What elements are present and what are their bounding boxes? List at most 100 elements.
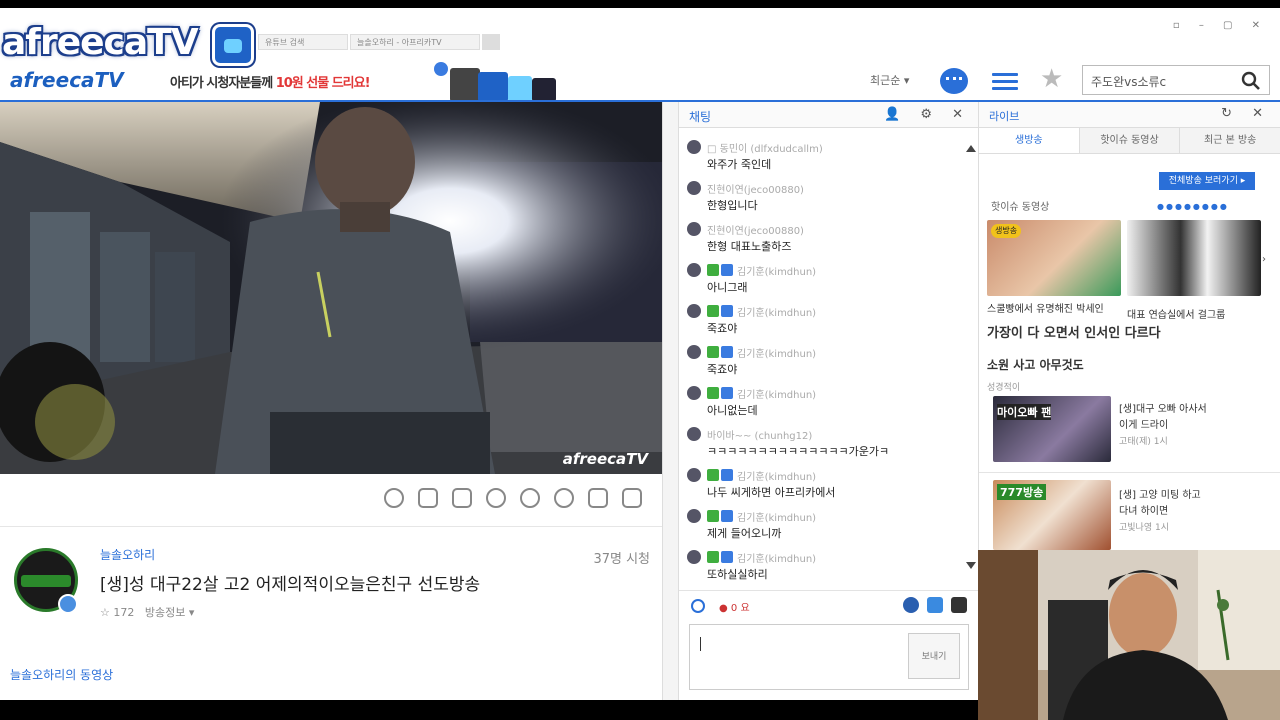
share-icon[interactable] (622, 488, 642, 508)
edit-icon[interactable] (418, 488, 438, 508)
chat-nickname[interactable]: 김기훈(kimdhun) (737, 304, 816, 319)
chat-message: 김기훈(kimdhun) 나두 씨게하면 아프리카에서 (687, 464, 957, 505)
clock-icon[interactable] (520, 488, 540, 508)
chat-nickname[interactable]: 김기훈(kimdhun) (737, 509, 816, 524)
action-toolbar (384, 488, 642, 508)
hamburger-menu-icon[interactable] (992, 70, 1018, 92)
user-avatar-icon[interactable] (687, 222, 701, 236)
chat-nickname[interactable]: 김기훈(kimdhun) (737, 345, 816, 360)
chat-text: 죽죠야 (707, 322, 738, 335)
star-outline-icon[interactable] (554, 488, 574, 508)
chat-nickname[interactable]: 김기훈(kimdhun) (737, 263, 816, 278)
chat-text: 또하실실하리 (707, 568, 768, 581)
subscriber-badge-icon (721, 387, 733, 399)
vod-link[interactable]: 늘솔오하리의 동영상 (10, 666, 113, 683)
thumbs-up-icon[interactable] (588, 488, 608, 508)
chat-nickname[interactable]: 바이바~~ (chunhg12) (707, 427, 812, 442)
afreeca-logo[interactable]: afreecaTV (10, 68, 124, 92)
text-cursor (700, 637, 701, 651)
caption-8: 고태(제) 1시 (1119, 437, 1168, 447)
subscriber-badge-icon (721, 264, 733, 276)
fan-badge-icon (707, 264, 719, 276)
gift-icon[interactable] (486, 488, 506, 508)
promo-banner-text[interactable]: 아티가 시청자분들께 10원 선물 드리요! (170, 72, 371, 91)
thumbnail-3[interactable]: 마이오빠 팬 (993, 396, 1111, 462)
translate-icon[interactable] (903, 597, 919, 613)
chat-panel: 채팅 👤 ⚙ ✕ □ 동민이 (dlfxdudcallm) 와주가 죽인데 진현이연… (678, 102, 979, 700)
caption-2[interactable]: 가장이 다 오면서 인서인 다르다 (987, 322, 1161, 341)
browser-tab-afreeca[interactable]: 늘솔오하리 - 아프리카TV (350, 34, 480, 50)
carousel-dots[interactable]: ●●●●●●●● (1157, 202, 1229, 211)
caption-9[interactable]: [생] 고양 미팅 하고 (1119, 486, 1201, 501)
video-player[interactable]: afreecaTV (0, 102, 662, 474)
user-avatar-icon[interactable] (687, 509, 701, 523)
browser-tab-search[interactable]: 유튜브 검색 (258, 34, 348, 50)
caption-6[interactable]: [생]대구 오빠 아사서 (1119, 400, 1207, 415)
chat-nickname[interactable]: 김기훈(kimdhun) (737, 386, 816, 401)
streamer-webcam (978, 550, 1280, 720)
user-avatar-icon[interactable] (687, 427, 701, 441)
user-avatar-icon[interactable] (687, 550, 701, 564)
favorite-star-icon[interactable]: ★ (1040, 64, 1063, 94)
search-icon[interactable] (1241, 71, 1261, 91)
chat-nickname[interactable]: 진현이연(jeco00880) (707, 222, 804, 237)
chat-header: 채팅 👤 ⚙ ✕ (679, 102, 979, 128)
favorite-row[interactable]: ☆ 172 방송정보 ▾ (100, 604, 194, 620)
chat-header-icons[interactable]: 👤 ⚙ ✕ (884, 107, 971, 122)
tab-recent[interactable]: 최근 본 방송 (1180, 128, 1280, 153)
bj-badge-icon (58, 594, 78, 614)
user-avatar-icon[interactable] (687, 345, 701, 359)
thumb-label-3: 마이오빠 팬 (997, 404, 1052, 420)
chat-scrollbar[interactable] (965, 142, 977, 572)
caption-1[interactable]: 스쿨빵에서 유명해진 박세인 (987, 300, 1104, 315)
user-avatar-icon[interactable] (687, 304, 701, 318)
thumbnail-2[interactable] (1127, 220, 1261, 296)
user-avatar-icon[interactable] (687, 263, 701, 277)
view-all-broadcasts-button[interactable]: 전체방송 보러가기 ▸ (1159, 172, 1255, 190)
user-avatar-icon[interactable] (687, 386, 701, 400)
window-controls[interactable]: ▫ – ▢ ✕ (1173, 20, 1268, 31)
live-list-header-icons[interactable]: ↻ ✕ (1221, 106, 1271, 121)
sort-dropdown[interactable]: 최근순 ▾ (870, 72, 909, 88)
carousel-next-icon[interactable]: › (1262, 254, 1266, 265)
search-input[interactable] (1091, 72, 1231, 90)
settings-chat-icon[interactable] (927, 597, 943, 613)
caption-4[interactable]: 소원 사고 아무것도 (987, 356, 1084, 373)
bj-name-link[interactable]: 늘솔오하리 (100, 546, 155, 563)
location-icon[interactable] (384, 488, 404, 508)
subscriber-badge-icon (721, 346, 733, 358)
chat-input[interactable]: 보내기 (689, 624, 969, 690)
caption-3[interactable]: 대표 연습실에서 걸그룹 (1127, 306, 1225, 321)
afreeca-logo-large[interactable]: afreecaTV (2, 22, 199, 63)
tab-hot-video[interactable]: 핫이슈 동영상 (1079, 128, 1181, 153)
chat-message: 김기훈(kimdhun) 죽죠야 (687, 341, 957, 382)
live-label: 생방송 (991, 224, 1022, 238)
subscriber-badge-icon (721, 510, 733, 522)
gallery-icon[interactable] (452, 488, 472, 508)
tab-live[interactable]: 생방송 (979, 128, 1080, 153)
chat-nickname[interactable]: 진현이연(jeco00880) (707, 181, 804, 196)
caption-10[interactable]: 다녀 하이면 (1119, 502, 1168, 517)
chat-bubble-icon[interactable] (940, 68, 968, 94)
thumbnail-4[interactable]: 777방송 (993, 480, 1111, 550)
chat-nickname[interactable]: □ 동민이 (dlfxdudcallm) (707, 140, 823, 155)
page-scrollbar[interactable] (662, 102, 678, 700)
chat-nickname[interactable]: 김기훈(kimdhun) (737, 468, 816, 483)
chat-text: ㅋㅋㅋㅋㅋㅋㅋㅋㅋㅋㅋㅋㅋㅋ가운가ㅋ (707, 445, 890, 458)
caption-7[interactable]: 이게 드라이 (1119, 416, 1168, 431)
chat-text: 아니없는데 (707, 404, 758, 417)
user-avatar-icon[interactable] (687, 468, 701, 482)
chat-message: 김기훈(kimdhun) 아니그래 (687, 259, 957, 300)
broadcast-info-toggle[interactable]: 방송정보 ▾ (145, 606, 195, 619)
chat-tool-label[interactable]: ● 0 요 (719, 599, 750, 614)
user-avatar-icon[interactable] (687, 181, 701, 195)
thumbnail-1[interactable]: 생방송 (987, 220, 1121, 296)
chat-toolbar: ● 0 요 (679, 590, 979, 620)
chat-nickname[interactable]: 김기훈(kimdhun) (737, 550, 816, 565)
promo-banner-image[interactable] (428, 58, 564, 106)
send-button[interactable]: 보내기 (908, 633, 960, 679)
fullscreen-chat-icon[interactable] (951, 597, 967, 613)
user-avatar-icon[interactable] (687, 140, 701, 154)
emoticon-icon[interactable] (691, 599, 705, 613)
new-tab-button[interactable] (482, 34, 500, 50)
